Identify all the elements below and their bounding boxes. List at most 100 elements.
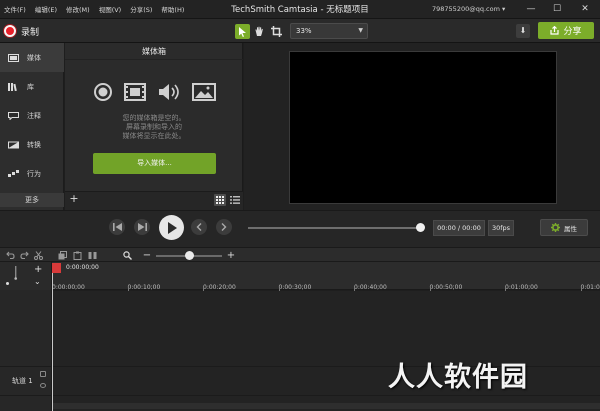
track-options-button[interactable] <box>12 266 20 280</box>
ruler-tick-label: 0:00:30;00 <box>278 284 312 291</box>
ruler-tick-label: 0:01:0 <box>580 284 600 291</box>
watermark-text: 人人软件园 <box>388 362 528 393</box>
tab-library[interactable]: 库 <box>0 72 64 101</box>
menu-modify[interactable]: 修改(M) <box>66 4 90 14</box>
lock-icon[interactable] <box>40 371 46 377</box>
menu-file[interactable]: 文件(F) <box>4 4 26 14</box>
track-dot-icon <box>6 282 9 285</box>
cursor-icon <box>239 26 246 37</box>
share-label: 分享 <box>563 27 582 37</box>
magnifier-icon <box>122 250 132 260</box>
cut-button[interactable] <box>33 250 43 260</box>
zoom-in-button[interactable]: + <box>226 249 236 261</box>
properties-button[interactable]: 属性 <box>540 219 588 236</box>
share-button[interactable]: 分享 <box>538 22 594 39</box>
maximize-button[interactable]: ☐ <box>544 0 570 19</box>
step-forward-button[interactable] <box>134 219 150 235</box>
play-button[interactable] <box>159 215 184 240</box>
timeline-header <box>0 262 52 290</box>
tab-annotations[interactable]: 注释 <box>0 101 64 130</box>
plus-icon: + <box>34 264 43 275</box>
undo-button[interactable] <box>5 250 15 260</box>
add-media-button[interactable]: + <box>68 193 80 205</box>
tab-transitions[interactable]: 转换 <box>0 130 64 159</box>
record-button[interactable]: 录制 <box>4 24 39 38</box>
menu-edit[interactable]: 编辑(E) <box>35 4 57 14</box>
hand-icon <box>255 26 263 36</box>
step-back-button[interactable] <box>109 219 125 235</box>
timeline-horizontal-scrollbar[interactable] <box>52 403 600 409</box>
tab-media-label: 媒体 <box>27 53 41 62</box>
close-button[interactable]: ✕ <box>572 0 598 19</box>
play-icon <box>167 221 177 234</box>
audio-media-icon <box>159 84 179 100</box>
timecode-display: 00:00 / 00:00 <box>433 220 485 236</box>
playback-scrubber[interactable] <box>248 227 424 229</box>
crop-tool-button[interactable] <box>269 24 284 39</box>
preview-canvas[interactable] <box>289 51 557 204</box>
chevron-right-icon <box>221 223 227 231</box>
add-track-button[interactable]: + <box>34 264 42 275</box>
menu-view[interactable]: 视图(V) <box>99 4 122 14</box>
behavior-icon <box>8 169 19 177</box>
download-icon: ⬇ <box>519 26 527 35</box>
ruler-tick-label: 0:00:10;00 <box>127 284 161 291</box>
chevron-down-icon: ⌄ <box>34 277 41 286</box>
track-handle-icon <box>14 266 17 280</box>
zoom-slider-thumb[interactable] <box>185 251 194 260</box>
eye-icon[interactable] <box>40 383 46 388</box>
menu-bar: 文件(F) 编辑(E) 修改(M) 视图(V) 分享(S) 帮助(H) <box>4 4 184 14</box>
menu-help[interactable]: 帮助(H) <box>161 4 184 14</box>
account-menu[interactable]: 798755200@qq.com ▾ <box>432 5 505 13</box>
tab-transitions-label: 转换 <box>27 140 41 149</box>
collapse-tracks-button[interactable]: ⌄ <box>34 277 41 286</box>
annotation-icon <box>8 111 19 120</box>
split-button[interactable] <box>87 250 97 260</box>
scrubber-thumb[interactable] <box>416 223 425 232</box>
step-forward-icon <box>137 223 147 231</box>
grid-icon <box>216 196 224 204</box>
record-label: 录制 <box>21 27 40 38</box>
ruler-tick-label: 0:00:00;00 <box>52 284 85 291</box>
list-view-button[interactable] <box>229 194 241 206</box>
tab-media[interactable]: 媒体 <box>0 43 64 72</box>
paste-button[interactable] <box>72 250 82 260</box>
video-media-icon <box>124 83 146 101</box>
redo-icon <box>19 251 29 259</box>
library-icon <box>8 82 17 91</box>
ruler-tick-label: 0:00:40;00 <box>354 284 387 291</box>
next-marker-button[interactable] <box>216 219 232 235</box>
zoom-value: 33% <box>296 27 312 35</box>
scissors-icon <box>33 250 43 260</box>
share-icon <box>550 26 560 35</box>
transition-icon <box>8 141 19 148</box>
minimize-button[interactable]: — <box>518 0 544 19</box>
more-tabs-button[interactable]: 更多 <box>0 193 64 207</box>
account-email: 798755200@qq.com <box>432 5 500 13</box>
previous-marker-button[interactable] <box>191 219 207 235</box>
properties-label: 属性 <box>564 224 577 233</box>
copy-button[interactable] <box>57 250 67 260</box>
tab-behaviors-label: 行为 <box>27 169 41 178</box>
step-back-icon <box>112 223 122 231</box>
import-media-button[interactable]: 导入媒体... <box>93 153 216 174</box>
download-button[interactable]: ⬇ <box>516 24 530 38</box>
playhead-handle[interactable] <box>52 263 61 273</box>
menu-share[interactable]: 分享(S) <box>130 4 152 14</box>
track-label: 轨道 1 <box>12 377 33 385</box>
crop-icon <box>271 26 282 37</box>
tab-behaviors[interactable]: 行为 <box>0 159 64 188</box>
tab-annotations-label: 注释 <box>27 111 41 120</box>
split-icon <box>88 251 96 259</box>
media-type-icons <box>94 83 216 101</box>
zoom-out-button[interactable]: − <box>142 250 152 261</box>
playhead-time: 0:00:00;00 <box>66 264 99 271</box>
fps-display: 30fps <box>488 220 514 236</box>
canvas-zoom-dropdown[interactable]: 33% ▼ <box>290 23 368 39</box>
plus-icon: + <box>226 249 236 261</box>
ruler-tick-label: 0:01:00;00 <box>505 284 538 291</box>
pan-tool-button[interactable] <box>252 24 267 39</box>
select-tool-button[interactable] <box>235 24 250 39</box>
redo-button[interactable] <box>19 250 29 260</box>
grid-view-button[interactable] <box>214 194 226 206</box>
